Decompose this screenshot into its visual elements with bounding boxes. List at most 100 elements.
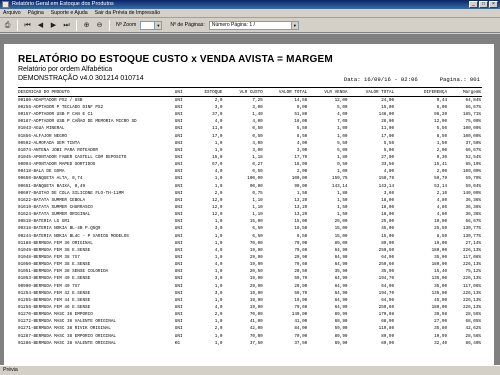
- table-cell: 64,90: [381, 255, 395, 261]
- table-cell: 15,00: [334, 233, 348, 239]
- table-cell: 66,67%: [465, 147, 481, 153]
- table-cell: 37,50: [249, 340, 263, 346]
- print-icon[interactable]: ⎙: [2, 19, 13, 31]
- report-table-body: 00180-ADAPTADOR PS2 / USB UNI 2,0 7,25 14,56…: [18, 97, 482, 347]
- table-cell: 53,14: [434, 183, 448, 189]
- table-cell: 89,00: [334, 240, 348, 246]
- minimize-icon[interactable]: _: [469, 1, 478, 8]
- menu-bar: Arquivo Página Suporte e Ajuda Sair da P…: [0, 9, 500, 18]
- table-row: 00157-ADPTADOR USB P CAN E C1 UNI 37,0 1,40…: [18, 111, 482, 118]
- zoom-select[interactable]: ▼: [140, 20, 163, 30]
- table-cell: UNI: [174, 183, 183, 189]
- table-cell: UNI: [174, 197, 183, 203]
- table-cell: 7,25: [252, 98, 263, 103]
- menu-item-arquivo[interactable]: Arquivo: [3, 10, 21, 16]
- table-cell: 1,50: [337, 212, 348, 218]
- table-cell: UNI: [174, 283, 183, 289]
- table-cell: UNI: [174, 247, 183, 253]
- table-cell: 1,00: [337, 126, 348, 132]
- table-row: 01287-BERMUDA MASC 38 EMPORIO ORIGINAL UN…: [18, 333, 482, 340]
- table-cell: 1,50: [436, 140, 448, 146]
- table-cell: 13,20: [294, 197, 308, 203]
- table-cell: 25,50: [434, 226, 448, 232]
- menu-item-sair[interactable]: Sair da Prévia de Impressão: [95, 10, 160, 16]
- table-row: 00418-BALA DE GOMA UNI 4,0 0,50 2,00 1,00 4,00…: [18, 168, 482, 175]
- table-cell: 35,90: [381, 269, 395, 275]
- table-cell: 59,90: [334, 326, 348, 332]
- table-cell: 9,44: [436, 98, 448, 103]
- first-page-icon[interactable]: ⏮: [22, 19, 33, 31]
- table-cell: UNI: [174, 290, 183, 296]
- table-cell: 00256-ADPTADOR P TECLADO DINF PS2: [18, 105, 104, 111]
- table-cell: 2,00: [436, 169, 448, 175]
- zoom-in-icon[interactable]: ⊕: [81, 19, 92, 31]
- table-cell: 18,00: [381, 212, 395, 218]
- table-cell: 15,00: [381, 105, 395, 111]
- table-cell: 180,00: [431, 247, 448, 253]
- table-cell: 194,70: [378, 290, 395, 296]
- previous-page-icon[interactable]: ◀: [35, 19, 46, 31]
- column-header: VALOR TOTAL: [263, 87, 309, 97]
- table-cell: 1,0: [214, 340, 223, 346]
- table-cell: 01286-BERMUDA MASC 38 VALENTE ORIGINAL: [18, 340, 116, 346]
- table-cell: KG: [174, 340, 180, 346]
- page-select[interactable]: Número Página: 1 / ▼: [208, 20, 299, 30]
- column-header: DIFERENÇA: [395, 87, 449, 97]
- table-cell: 180,00: [431, 305, 448, 310]
- column-header: VLR VENDA: [308, 87, 349, 97]
- menu-item-suporte[interactable]: Suporte e Ajuda: [51, 10, 88, 16]
- table-cell: UNI: [174, 176, 183, 182]
- table-cell: 11,00: [381, 126, 395, 132]
- status-text: Prévia: [3, 367, 18, 373]
- table-cell: UNI: [174, 319, 183, 325]
- table-cell: 00318-BATERIA NOKIA BL-4B P.Q5Q9: [18, 226, 101, 232]
- table-cell: 100,00%: [462, 126, 481, 132]
- table-cell: 64,90: [381, 283, 395, 289]
- table-row: 01043-AGUA MINERAL UNI 11,0 0,50 5,50 1,00 11,…: [18, 125, 482, 132]
- table-cell: 1,40: [252, 112, 263, 118]
- table-cell: 9,00: [296, 105, 308, 111]
- table-cell: UNI: [174, 140, 183, 146]
- window-controls: _ □ ×: [469, 1, 498, 8]
- table-cell: 2,0: [214, 312, 223, 318]
- table-cell: UNI: [174, 269, 183, 275]
- table-cell: 1,50: [337, 197, 348, 203]
- table-cell: 59,04%: [465, 183, 481, 189]
- table-cell: 1,0: [214, 255, 223, 261]
- next-page-icon[interactable]: ▶: [48, 19, 59, 31]
- table-cell: 119,80: [378, 326, 395, 332]
- table-cell: 100,00%: [462, 133, 481, 139]
- table-cell: 27,00: [381, 155, 395, 161]
- table-cell: 11,0: [212, 126, 223, 132]
- table-cell: 35,00: [434, 255, 448, 261]
- table-cell: 85,19%: [465, 162, 481, 168]
- table-cell: 100,00: [247, 176, 263, 182]
- table-cell: 1,0: [214, 147, 223, 153]
- table-cell: 01624-BATATA SUMMER ORIGINAL: [18, 212, 91, 218]
- table-row: 01053-BERMUDA FEM 40 E.SENSE UNI 3,0 19,90 5…: [18, 275, 482, 282]
- table-cell: UNI: [174, 133, 183, 139]
- table-row: 00651-BANQUETA BAIXA, 0,49 UNI 1,0 90,00 90,…: [18, 183, 482, 190]
- table-cell: 15,00: [294, 219, 308, 225]
- maximize-icon[interactable]: □: [479, 1, 488, 8]
- table-cell: 32,40: [434, 340, 448, 346]
- table-cell: 15,41: [434, 162, 448, 168]
- table-cell: UNI: [174, 190, 183, 196]
- table-cell: 1,18: [252, 155, 263, 161]
- table-cell: 68,90: [334, 319, 348, 325]
- table-cell: 179,98: [378, 312, 395, 318]
- table-cell: 01045-APONTADOR FABER CASTELL COM DEPOSI…: [18, 155, 127, 161]
- last-page-icon[interactable]: ⏭: [61, 19, 72, 31]
- table-cell: 1,0: [214, 333, 223, 339]
- table-cell: 01271-BERMUDA MASC 38 RIVIK ORIGINAL: [18, 326, 111, 332]
- preview-area[interactable]: RELATÓRIO DO ESTOQUE CUSTO x VENDA AVIST…: [0, 34, 500, 365]
- table-cell: 24,00: [381, 98, 395, 103]
- table-cell: 8,50: [436, 133, 448, 139]
- close-icon[interactable]: ×: [489, 1, 498, 8]
- table-cell: 226,13%: [462, 290, 481, 296]
- table-row: 01051-BERMUDA FEM 38 SENSE COLORIDA UNI 1,…: [18, 268, 482, 275]
- menu-item-pagina[interactable]: Página: [28, 10, 44, 16]
- table-cell: 143,14: [378, 183, 395, 189]
- zoom-out-icon[interactable]: ⊖: [94, 19, 105, 31]
- table-cell: 0,50: [252, 169, 263, 175]
